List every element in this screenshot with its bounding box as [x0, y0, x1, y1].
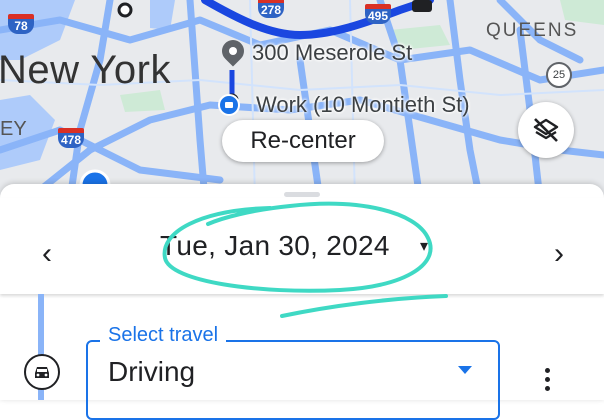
next-day-button[interactable]: › — [544, 236, 574, 272]
route-shield-25: 25 — [546, 62, 572, 88]
origin-label[interactable]: 300 Meserole St — [218, 40, 412, 66]
recenter-button[interactable]: Re-center — [222, 120, 384, 162]
previous-day-button[interactable]: ‹ — [32, 236, 62, 272]
partial-place-label: EY — [0, 118, 27, 140]
date-selector[interactable]: Tue, Jan 30, 2024 — [160, 230, 390, 262]
layers-off-icon — [533, 118, 559, 142]
highway-shield-495: 495 — [365, 4, 391, 24]
travel-mode-label: Select travel — [100, 324, 227, 347]
destination-label[interactable]: Work (10 Montieth St) — [218, 92, 470, 118]
borough-label: QUEENS — [486, 20, 579, 41]
car-icon — [24, 354, 60, 390]
map-view[interactable]: New York QUEENS EY 278 495 478 78 25 300… — [0, 0, 604, 200]
highway-shield-478: 478 — [58, 128, 84, 148]
chevron-down-icon: ▾ — [420, 238, 429, 255]
highway-shield-278: 278 — [258, 0, 284, 18]
layers-off-button[interactable] — [518, 102, 574, 158]
more-vert-icon[interactable] — [536, 362, 560, 398]
city-label: New York — [0, 48, 171, 92]
dropdown-arrow-icon[interactable] — [458, 366, 472, 374]
highway-shield-78: 78 — [8, 14, 34, 34]
travel-mode-value[interactable]: Driving — [108, 356, 195, 388]
drag-handle[interactable] — [284, 192, 320, 197]
